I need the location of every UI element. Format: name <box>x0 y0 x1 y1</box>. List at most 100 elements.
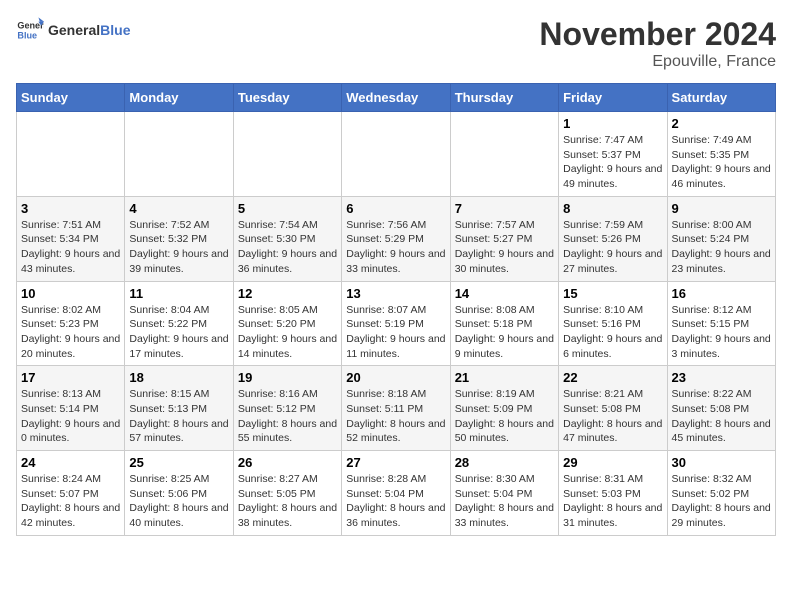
logo: General Blue GeneralBlue <box>16 16 130 44</box>
page-header: General Blue GeneralBlue November 2024 E… <box>16 16 776 71</box>
day-info: Sunrise: 8:32 AMSunset: 5:02 PMDaylight:… <box>672 472 771 531</box>
table-row <box>342 112 450 197</box>
day-number: 12 <box>238 286 337 301</box>
day-info: Sunrise: 8:18 AMSunset: 5:11 PMDaylight:… <box>346 387 445 446</box>
day-info: Sunrise: 8:05 AMSunset: 5:20 PMDaylight:… <box>238 303 337 362</box>
table-row: 28Sunrise: 8:30 AMSunset: 5:04 PMDayligh… <box>450 451 558 536</box>
logo-blue: Blue <box>100 22 130 38</box>
day-number: 10 <box>21 286 120 301</box>
day-number: 14 <box>455 286 554 301</box>
day-info: Sunrise: 7:54 AMSunset: 5:30 PMDaylight:… <box>238 218 337 277</box>
day-info: Sunrise: 8:25 AMSunset: 5:06 PMDaylight:… <box>129 472 228 531</box>
table-row: 10 Sunrise: 8:02 AMSunset: 5:23 PMDayligh… <box>17 281 125 366</box>
table-row: 14 Sunrise: 8:08 AMSunset: 5:18 PMDayligh… <box>450 281 558 366</box>
table-row: 19 Sunrise: 8:16 AMSunset: 5:12 PMDayligh… <box>233 366 341 451</box>
day-number: 3 <box>21 201 120 216</box>
col-saturday: Saturday <box>667 84 775 112</box>
day-number: 28 <box>455 455 554 470</box>
day-number: 15 <box>563 286 662 301</box>
day-number: 5 <box>238 201 337 216</box>
day-info: Sunrise: 7:56 AMSunset: 5:29 PMDaylight:… <box>346 218 445 277</box>
calendar-week-row: 17Sunrise: 8:13 AMSunset: 5:14 PMDayligh… <box>17 366 776 451</box>
day-info: Sunrise: 7:52 AMSunset: 5:32 PMDaylight:… <box>129 218 228 277</box>
day-info: Sunrise: 8:08 AMSunset: 5:18 PMDaylight:… <box>455 303 554 362</box>
table-row <box>233 112 341 197</box>
day-info: Sunrise: 8:24 AMSunset: 5:07 PMDaylight:… <box>21 472 120 531</box>
calendar-week-row: 24Sunrise: 8:24 AMSunset: 5:07 PMDayligh… <box>17 451 776 536</box>
day-number: 20 <box>346 370 445 385</box>
table-row: 4 Sunrise: 7:52 AMSunset: 5:32 PMDaylight… <box>125 196 233 281</box>
table-row: 2 Sunrise: 7:49 AMSunset: 5:35 PMDaylight… <box>667 112 775 197</box>
table-row: 21 Sunrise: 8:19 AMSunset: 5:09 PMDayligh… <box>450 366 558 451</box>
day-number: 18 <box>129 370 228 385</box>
calendar-week-row: 1 Sunrise: 7:47 AMSunset: 5:37 PMDaylight… <box>17 112 776 197</box>
table-row: 26 Sunrise: 8:27 AMSunset: 5:05 PMDayligh… <box>233 451 341 536</box>
table-row: 25 Sunrise: 8:25 AMSunset: 5:06 PMDayligh… <box>125 451 233 536</box>
day-info: Sunrise: 7:49 AMSunset: 5:35 PMDaylight:… <box>672 133 771 192</box>
table-row: 8 Sunrise: 7:59 AMSunset: 5:26 PMDaylight… <box>559 196 667 281</box>
day-info: Sunrise: 7:47 AMSunset: 5:37 PMDaylight:… <box>563 133 662 192</box>
col-tuesday: Tuesday <box>233 84 341 112</box>
day-number: 25 <box>129 455 228 470</box>
table-row: 5 Sunrise: 7:54 AMSunset: 5:30 PMDaylight… <box>233 196 341 281</box>
day-info: Sunrise: 8:31 AMSunset: 5:03 PMDaylight:… <box>563 472 662 531</box>
day-number: 17 <box>21 370 120 385</box>
day-number: 26 <box>238 455 337 470</box>
calendar-table: Sunday Monday Tuesday Wednesday Thursday… <box>16 83 776 536</box>
day-number: 23 <box>672 370 771 385</box>
day-number: 2 <box>672 116 771 131</box>
table-row: 12 Sunrise: 8:05 AMSunset: 5:20 PMDayligh… <box>233 281 341 366</box>
table-row: 13Sunrise: 8:07 AMSunset: 5:19 PMDayligh… <box>342 281 450 366</box>
day-info: Sunrise: 7:51 AMSunset: 5:34 PMDaylight:… <box>21 218 120 277</box>
day-number: 30 <box>672 455 771 470</box>
table-row <box>125 112 233 197</box>
col-wednesday: Wednesday <box>342 84 450 112</box>
table-row: 16 Sunrise: 8:12 AMSunset: 5:15 PMDayligh… <box>667 281 775 366</box>
table-row: 24Sunrise: 8:24 AMSunset: 5:07 PMDayligh… <box>17 451 125 536</box>
day-info: Sunrise: 8:15 AMSunset: 5:13 PMDaylight:… <box>129 387 228 446</box>
logo-icon: General Blue <box>16 16 44 44</box>
day-number: 13 <box>346 286 445 301</box>
svg-text:Blue: Blue <box>17 30 37 40</box>
day-number: 4 <box>129 201 228 216</box>
day-info: Sunrise: 8:12 AMSunset: 5:15 PMDaylight:… <box>672 303 771 362</box>
day-number: 6 <box>346 201 445 216</box>
calendar-header-row: Sunday Monday Tuesday Wednesday Thursday… <box>17 84 776 112</box>
day-number: 22 <box>563 370 662 385</box>
day-number: 11 <box>129 286 228 301</box>
day-info: Sunrise: 8:02 AMSunset: 5:23 PMDaylight:… <box>21 303 120 362</box>
table-row: 3 Sunrise: 7:51 AMSunset: 5:34 PMDaylight… <box>17 196 125 281</box>
table-row: 11 Sunrise: 8:04 AMSunset: 5:22 PMDayligh… <box>125 281 233 366</box>
location-subtitle: Epouville, France <box>539 53 776 71</box>
day-info: Sunrise: 8:27 AMSunset: 5:05 PMDaylight:… <box>238 472 337 531</box>
month-year-title: November 2024 <box>539 16 776 53</box>
day-info: Sunrise: 7:59 AMSunset: 5:26 PMDaylight:… <box>563 218 662 277</box>
day-number: 1 <box>563 116 662 131</box>
col-friday: Friday <box>559 84 667 112</box>
table-row: 17Sunrise: 8:13 AMSunset: 5:14 PMDayligh… <box>17 366 125 451</box>
table-row: 15Sunrise: 8:10 AMSunset: 5:16 PMDayligh… <box>559 281 667 366</box>
day-info: Sunrise: 8:19 AMSunset: 5:09 PMDaylight:… <box>455 387 554 446</box>
day-number: 9 <box>672 201 771 216</box>
day-info: Sunrise: 8:16 AMSunset: 5:12 PMDaylight:… <box>238 387 337 446</box>
table-row: 6 Sunrise: 7:56 AMSunset: 5:29 PMDaylight… <box>342 196 450 281</box>
title-section: November 2024 Epouville, France <box>539 16 776 71</box>
day-number: 16 <box>672 286 771 301</box>
calendar-week-row: 3 Sunrise: 7:51 AMSunset: 5:34 PMDaylight… <box>17 196 776 281</box>
table-row: 29 Sunrise: 8:31 AMSunset: 5:03 PMDayligh… <box>559 451 667 536</box>
day-info: Sunrise: 8:04 AMSunset: 5:22 PMDaylight:… <box>129 303 228 362</box>
day-info: Sunrise: 8:22 AMSunset: 5:08 PMDaylight:… <box>672 387 771 446</box>
day-number: 8 <box>563 201 662 216</box>
logo-general: General <box>48 22 100 38</box>
day-number: 19 <box>238 370 337 385</box>
day-number: 27 <box>346 455 445 470</box>
table-row: 20 Sunrise: 8:18 AMSunset: 5:11 PMDayligh… <box>342 366 450 451</box>
table-row: 9Sunrise: 8:00 AMSunset: 5:24 PMDaylight… <box>667 196 775 281</box>
table-row: 27Sunrise: 8:28 AMSunset: 5:04 PMDayligh… <box>342 451 450 536</box>
day-info: Sunrise: 7:57 AMSunset: 5:27 PMDaylight:… <box>455 218 554 277</box>
table-row: 30 Sunrise: 8:32 AMSunset: 5:02 PMDayligh… <box>667 451 775 536</box>
day-info: Sunrise: 8:21 AMSunset: 5:08 PMDaylight:… <box>563 387 662 446</box>
day-number: 29 <box>563 455 662 470</box>
day-number: 21 <box>455 370 554 385</box>
calendar-week-row: 10 Sunrise: 8:02 AMSunset: 5:23 PMDayligh… <box>17 281 776 366</box>
